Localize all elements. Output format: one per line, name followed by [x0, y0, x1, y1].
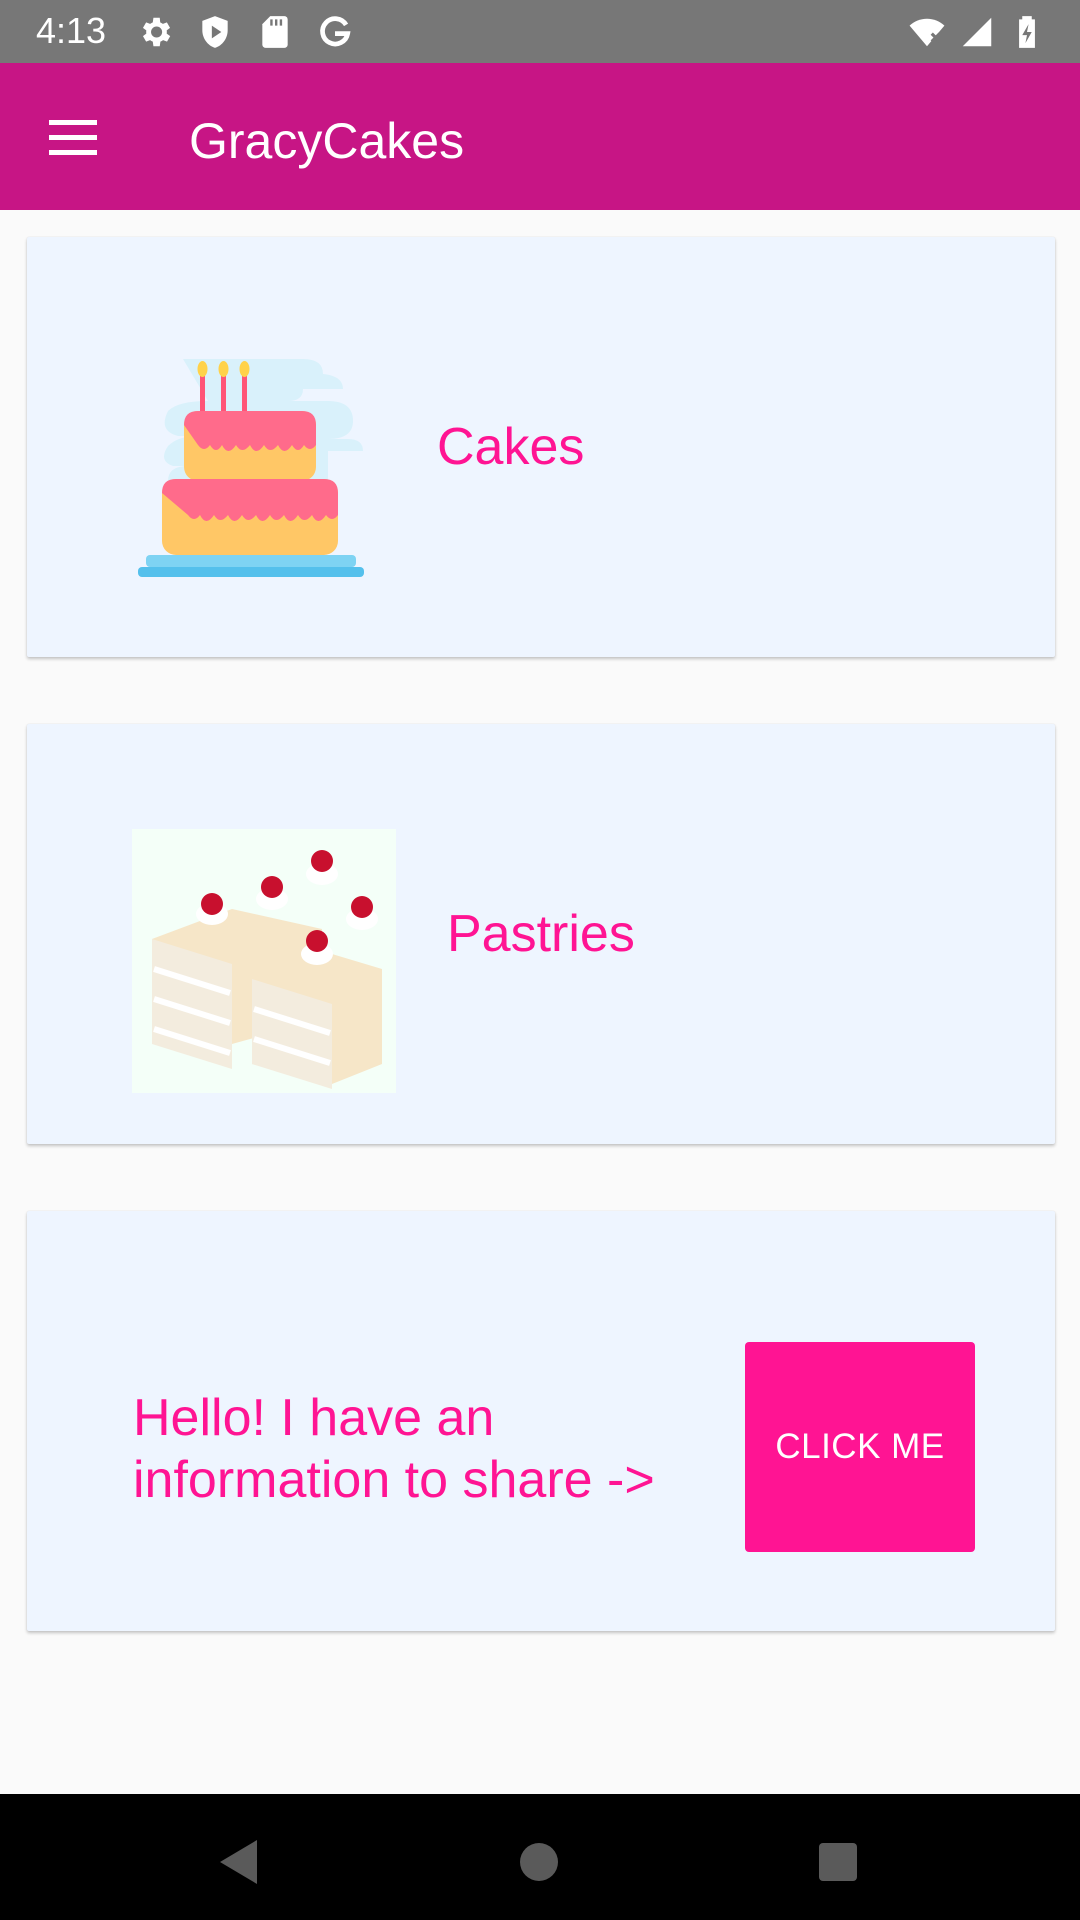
signal-icon — [962, 17, 992, 47]
menu-button[interactable] — [36, 106, 110, 168]
app-bar: GracyCakes — [0, 63, 1080, 210]
pastries-image — [132, 829, 396, 1093]
settings-icon — [142, 17, 171, 47]
status-left-icons — [136, 12, 354, 52]
click-me-button[interactable]: CLICK ME — [745, 1342, 975, 1552]
cakes-card[interactable]: Cakes — [27, 237, 1055, 657]
status-time: 4:13 — [36, 10, 107, 51]
recents-icon — [819, 1843, 857, 1881]
recents-button[interactable] — [808, 1832, 868, 1892]
shield-icon — [202, 16, 228, 48]
pastries-card[interactable]: Pastries — [27, 724, 1055, 1144]
hamburger-menu-icon — [49, 120, 97, 155]
wifi-icon — [909, 18, 945, 47]
status-bar: 4:13 — [0, 0, 1080, 63]
cakes-label: Cakes — [437, 418, 585, 476]
app-title: GracyCakes — [189, 113, 465, 169]
home-button[interactable] — [509, 1832, 569, 1892]
navigation-bar — [0, 1794, 1080, 1920]
info-text: Hello! I have an information to share -> — [133, 1389, 655, 1509]
status-right-icons — [908, 12, 1046, 52]
back-icon — [220, 1840, 257, 1884]
home-icon — [520, 1843, 558, 1881]
pastries-label: Pastries — [447, 905, 635, 963]
sd-card-icon — [262, 16, 288, 48]
birthday-cake-image — [138, 359, 364, 577]
main-content: Cakes Pastries Hello! I have an informat… — [0, 210, 1080, 1794]
google-icon — [320, 16, 351, 47]
battery-icon — [1019, 16, 1035, 48]
back-button[interactable] — [209, 1832, 269, 1892]
info-card: Hello! I have an information to share ->… — [27, 1211, 1055, 1631]
